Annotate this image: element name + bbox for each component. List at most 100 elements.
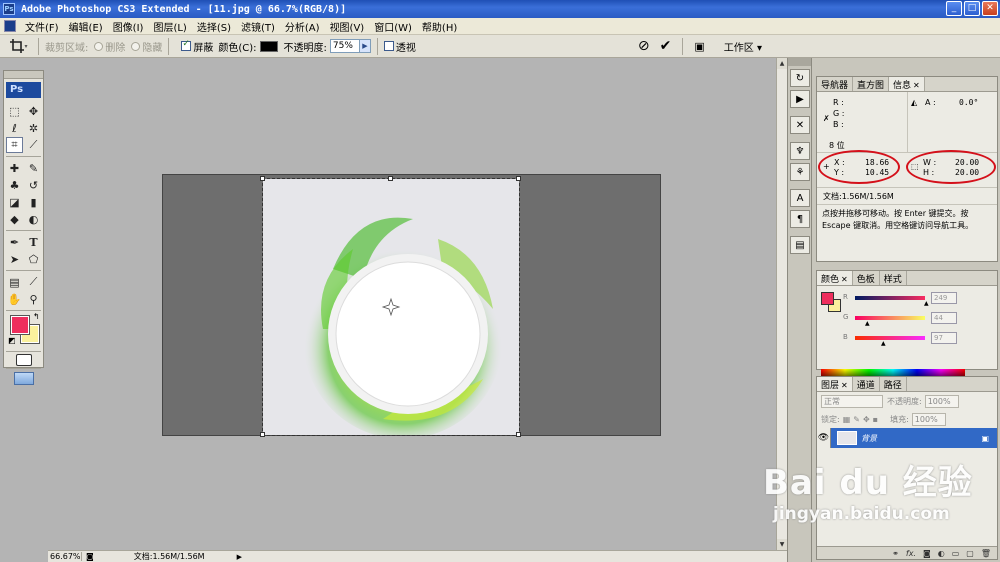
crop-tool-icon[interactable]: ⌗: [6, 137, 23, 153]
screen-mode-icon[interactable]: [13, 372, 34, 385]
foreground-color-swatch[interactable]: [11, 316, 29, 334]
eye-icon[interactable]: 👁: [817, 428, 831, 448]
blend-mode-select[interactable]: 正常: [821, 394, 883, 408]
stamp-tool-icon[interactable]: ♣: [6, 177, 23, 193]
brush-tool-icon[interactable]: ✎: [25, 160, 42, 176]
scroll-up-icon[interactable]: ▲: [777, 58, 787, 69]
layer-comps-icon[interactable]: ▤: [790, 236, 810, 254]
tab-styles[interactable]: 样式: [880, 271, 907, 285]
type-tool-icon[interactable]: T: [25, 234, 42, 250]
gradient-tool-icon[interactable]: ▮: [25, 194, 42, 210]
history-brush-icon[interactable]: ↺: [25, 177, 42, 193]
menu-edit[interactable]: 编辑(E): [64, 19, 108, 34]
group-icon[interactable]: ▭: [952, 549, 960, 558]
crop-marquee[interactable]: [262, 178, 520, 436]
tab-navigator[interactable]: 导航器: [817, 77, 854, 91]
crop-tool-preset[interactable]: ▾: [6, 37, 32, 56]
commit-check-icon[interactable]: ✔: [660, 38, 672, 54]
path-select-icon[interactable]: ➤: [6, 251, 23, 267]
status-menu-arrow-icon[interactable]: ▶: [237, 553, 242, 561]
fx-icon[interactable]: fx.: [906, 549, 916, 558]
opacity-input[interactable]: 75%: [329, 39, 360, 53]
channel-g-value[interactable]: 44: [931, 312, 957, 324]
palette-well-icon[interactable]: ▣: [694, 40, 704, 53]
toolbox-header[interactable]: [4, 71, 43, 79]
menu-file[interactable]: 文件(F): [20, 19, 64, 34]
marquee-tool-icon[interactable]: ⬚: [6, 103, 23, 119]
menu-layer[interactable]: 图层(L): [148, 19, 191, 34]
tab-histogram[interactable]: 直方图: [853, 77, 890, 91]
minimize-button[interactable]: _: [946, 1, 962, 16]
channel-r-value[interactable]: 249: [931, 292, 957, 304]
slider-thumb-icon[interactable]: ▲: [924, 300, 929, 307]
photoshop-app-icon[interactable]: Ps: [3, 3, 15, 15]
menu-filter[interactable]: 滤镜(T): [236, 19, 280, 34]
actions-panel-icon[interactable]: ▶: [790, 90, 810, 108]
eraser-tool-icon[interactable]: ◪: [6, 194, 23, 210]
color-fg-swatch[interactable]: [821, 292, 834, 305]
crop-handle[interactable]: [260, 432, 265, 437]
tab-channels[interactable]: 通道: [853, 377, 880, 391]
history-panel-icon[interactable]: ↻: [790, 69, 810, 87]
zoom-level[interactable]: 66.67%: [48, 552, 82, 561]
channel-b-value[interactable]: 97: [931, 332, 957, 344]
healing-brush-icon[interactable]: ✚: [6, 160, 23, 176]
cancel-icon[interactable]: ⊘: [638, 38, 650, 54]
trash-icon[interactable]: 🗑: [981, 549, 991, 558]
layer-opacity-input[interactable]: 100%: [924, 394, 959, 408]
brushes-panel-icon[interactable]: ♆: [790, 142, 810, 160]
fill-input[interactable]: 100%: [911, 412, 946, 426]
perspective-checkbox[interactable]: [383, 41, 394, 51]
clone-source-icon[interactable]: ⚘: [790, 163, 810, 181]
document-canvas[interactable]: [162, 174, 661, 437]
tab-color[interactable]: 颜色 ✕: [817, 271, 853, 285]
default-colors-icon[interactable]: ◩: [8, 336, 16, 345]
tab-info[interactable]: 信息 ✕: [889, 77, 925, 91]
adjustment-icon[interactable]: ◐: [938, 549, 945, 558]
layer-name[interactable]: 背景: [861, 433, 877, 444]
menu-analysis[interactable]: 分析(A): [280, 19, 325, 34]
channel-b-slider[interactable]: [855, 336, 925, 340]
maximize-button[interactable]: □: [964, 1, 980, 16]
lasso-tool-icon[interactable]: ℓ: [6, 120, 23, 136]
tool-presets-icon[interactable]: ✕: [790, 116, 810, 134]
layer-row[interactable]: 👁 背景 ▣: [817, 428, 997, 448]
shield-checkbox[interactable]: [181, 39, 192, 51]
notes-tool-icon[interactable]: ▤: [6, 274, 23, 290]
move-tool-icon[interactable]: ✥: [25, 103, 42, 119]
mask-icon[interactable]: ◙: [923, 549, 931, 558]
document-icon[interactable]: [4, 20, 16, 32]
paragraph-panel-icon[interactable]: ¶: [790, 210, 810, 228]
tab-paths[interactable]: 路径: [880, 377, 907, 391]
quick-mask-icon[interactable]: [15, 354, 32, 366]
magic-wand-tool-icon[interactable]: ✲: [25, 120, 42, 136]
pen-tool-icon[interactable]: ✒: [6, 234, 23, 250]
slider-thumb-icon[interactable]: ▲: [881, 340, 886, 347]
new-layer-icon[interactable]: ▢: [966, 549, 974, 558]
status-info-icon[interactable]: ◙: [86, 552, 94, 561]
hide-radio[interactable]: [131, 41, 141, 51]
shape-tool-icon[interactable]: ⬠: [25, 251, 42, 267]
slider-thumb-icon[interactable]: ▲: [865, 320, 870, 327]
close-button[interactable]: ✕: [982, 1, 998, 16]
close-icon[interactable]: ✕: [913, 81, 920, 90]
menu-view[interactable]: 视图(V): [325, 19, 370, 34]
dodge-tool-icon[interactable]: ◐: [25, 211, 42, 227]
crop-handle[interactable]: [260, 176, 265, 181]
tab-swatches[interactable]: 色板: [853, 271, 880, 285]
scroll-down-icon[interactable]: ▼: [777, 539, 787, 550]
slice-tool-icon[interactable]: ⟋: [25, 137, 42, 153]
character-panel-icon[interactable]: A: [790, 189, 810, 207]
close-icon[interactable]: ✕: [841, 381, 848, 390]
menu-help[interactable]: 帮助(H): [417, 19, 462, 34]
ps-logo[interactable]: Ps: [6, 82, 41, 98]
blur-tool-icon[interactable]: ◆: [6, 211, 23, 227]
hand-tool-icon[interactable]: ✋: [6, 291, 23, 307]
shield-color-swatch[interactable]: [259, 40, 278, 52]
opacity-slider-arrow[interactable]: ▶: [359, 39, 371, 53]
delete-radio[interactable]: [94, 41, 104, 51]
lock-pixels-icon[interactable]: ✎: [853, 415, 860, 424]
eyedropper-tool-icon[interactable]: ⟋: [25, 274, 42, 290]
workspace-menu[interactable]: 工作区 ▾: [724, 39, 762, 54]
tab-layers[interactable]: 图层 ✕: [817, 377, 853, 391]
